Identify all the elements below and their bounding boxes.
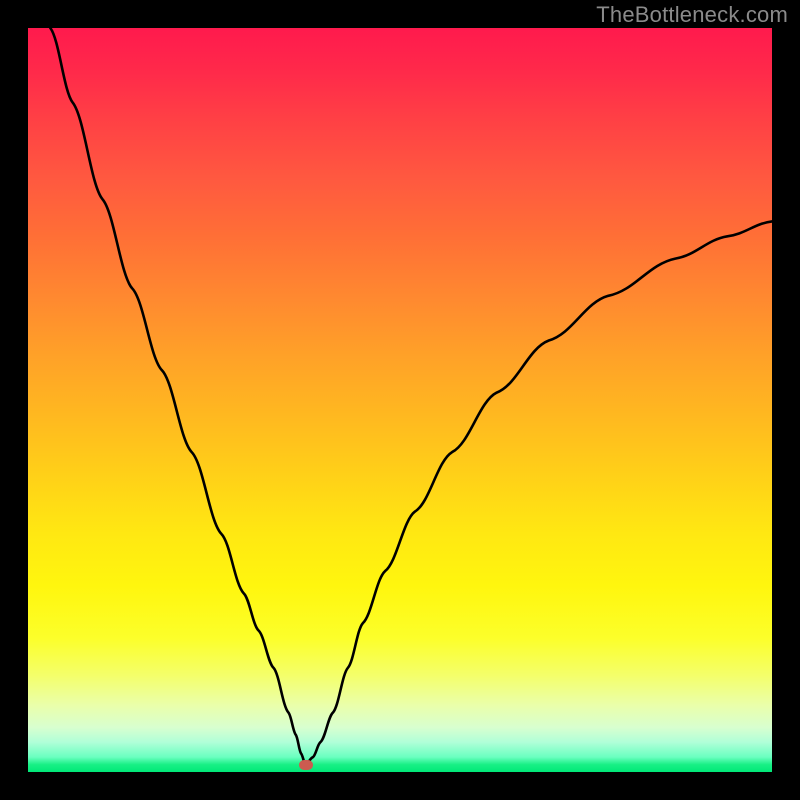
min-point-marker: [299, 760, 313, 770]
chart-container: TheBottleneck.com: [0, 0, 800, 800]
watermark-text: TheBottleneck.com: [596, 2, 788, 28]
plot-gradient-background: [28, 28, 772, 772]
